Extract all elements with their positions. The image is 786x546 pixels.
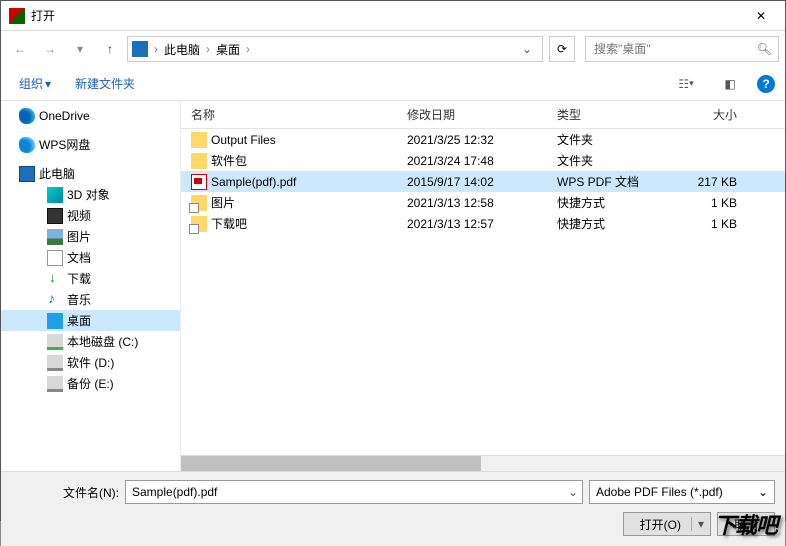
disk-icon (47, 376, 63, 392)
filename-label: 文件名(N): (11, 484, 119, 501)
wps-icon (19, 137, 35, 153)
shortcut-icon (191, 216, 207, 232)
horizontal-scrollbar[interactable] (181, 455, 785, 471)
3d-icon (47, 187, 63, 203)
pc-icon (19, 166, 35, 182)
pc-icon (132, 41, 148, 57)
open-button[interactable]: 打开(O)▾ (623, 512, 711, 536)
folder-icon (191, 132, 207, 148)
close-button[interactable]: ✕ (745, 5, 777, 27)
breadcrumb-current[interactable]: 桌面 (212, 39, 244, 60)
downloads-icon (47, 271, 63, 287)
desktop-icon (47, 313, 63, 329)
app-icon (9, 8, 25, 24)
sidebar-item-downloads[interactable]: 下载 (1, 268, 180, 289)
folder-icon (191, 153, 207, 169)
sidebar-item-disk-e[interactable]: 备份 (E:) (1, 373, 180, 394)
col-size-header[interactable]: 大小 (673, 106, 745, 123)
chevron-down-icon[interactable]: ⌄ (564, 485, 582, 499)
file-row[interactable]: Output Files 2021/3/25 12:32 文件夹 (181, 129, 785, 150)
file-row[interactable]: 图片 2021/3/13 12:58 快捷方式 1 KB (181, 192, 785, 213)
new-folder-button[interactable]: 新建文件夹 (67, 71, 143, 96)
file-row[interactable]: 下载吧 2021/3/13 12:57 快捷方式 1 KB (181, 213, 785, 234)
sidebar-item-music[interactable]: 音乐 (1, 289, 180, 310)
sidebar-item-documents[interactable]: 文档 (1, 247, 180, 268)
filename-input[interactable] (126, 485, 564, 499)
col-name-header[interactable]: 名称 (181, 106, 407, 123)
split-dropdown-icon[interactable]: ▾ (691, 517, 704, 531)
breadcrumb-root[interactable]: 此电脑 (160, 39, 204, 60)
disk-icon (47, 334, 63, 350)
view-mode-button[interactable]: ☷ ▾ (669, 72, 703, 96)
nav-up-button[interactable]: ↑ (97, 36, 123, 62)
bottom-bar: 文件名(N): ⌄ Adobe PDF Files (*.pdf) ⌄ 打开(O… (1, 471, 785, 546)
sidebar-item-disk-d[interactable]: 软件 (D:) (1, 352, 180, 373)
cancel-button[interactable]: 取消 (717, 512, 775, 536)
toolbar: 组织▾ 新建文件夹 ☷ ▾ ◧ ? (1, 67, 785, 101)
search-icon[interactable]: 🔍︎ (757, 42, 772, 56)
column-headers: 名称 修改日期 类型 大小 (181, 101, 785, 129)
search-input[interactable] (592, 41, 757, 57)
filename-combo[interactable]: ⌄ (125, 480, 583, 504)
chevron-right-icon: › (244, 42, 252, 56)
sidebar-item-wps[interactable]: WPS网盘 (1, 134, 180, 155)
col-type-header[interactable]: 类型 (557, 106, 673, 123)
address-bar[interactable]: › 此电脑 › 桌面 › ⌄ (127, 36, 543, 62)
video-icon (47, 208, 63, 224)
organize-button[interactable]: 组织▾ (11, 71, 59, 96)
window-title: 打开 (31, 7, 745, 24)
address-dropdown[interactable]: ⌄ (516, 42, 538, 56)
file-type-filter[interactable]: Adobe PDF Files (*.pdf) ⌄ (589, 480, 775, 504)
chevron-right-icon: › (152, 42, 160, 56)
sidebar-item-onedrive[interactable]: OneDrive (1, 105, 180, 126)
pdf-icon (191, 174, 207, 190)
music-icon (47, 292, 63, 308)
col-date-header[interactable]: 修改日期 (407, 106, 557, 123)
nav-tree[interactable]: OneDrive WPS网盘 此电脑 3D 对象 视频 图片 文档 下载 音乐 … (1, 101, 181, 471)
chevron-right-icon: › (204, 42, 212, 56)
open-dialog: 打开 ✕ ← → ▾ ↑ › 此电脑 › 桌面 › ⌄ ⟳ 🔍︎ 组织▾ 新建文… (0, 0, 786, 521)
sidebar-item-3d-objects[interactable]: 3D 对象 (1, 184, 180, 205)
shortcut-icon (191, 195, 207, 211)
chevron-down-icon: ▾ (45, 77, 51, 91)
search-box[interactable]: 🔍︎ (585, 36, 779, 62)
pictures-icon (47, 229, 63, 245)
preview-pane-button[interactable]: ◧ (713, 72, 747, 96)
sidebar-item-disk-c[interactable]: 本地磁盘 (C:) (1, 331, 180, 352)
file-row[interactable]: 软件包 2021/3/24 17:48 文件夹 (181, 150, 785, 171)
nav-back-button[interactable]: ← (7, 36, 33, 62)
sidebar-item-pictures[interactable]: 图片 (1, 226, 180, 247)
file-row[interactable]: Sample(pdf).pdf 2015/9/17 14:02 WPS PDF … (181, 171, 785, 192)
file-pane: 名称 修改日期 类型 大小 Output Files 2021/3/25 12:… (181, 101, 785, 471)
file-list[interactable]: Output Files 2021/3/25 12:32 文件夹 软件包 202… (181, 129, 785, 455)
sidebar-item-this-pc[interactable]: 此电脑 (1, 163, 180, 184)
nav-forward-button[interactable]: → (37, 36, 63, 62)
refresh-button[interactable]: ⟳ (549, 36, 575, 62)
sidebar-item-videos[interactable]: 视频 (1, 205, 180, 226)
disk-icon (47, 355, 63, 371)
help-button[interactable]: ? (757, 75, 775, 93)
sidebar-item-desktop[interactable]: 桌面 (1, 310, 180, 331)
title-bar: 打开 ✕ (1, 1, 785, 31)
nav-bar: ← → ▾ ↑ › 此电脑 › 桌面 › ⌄ ⟳ 🔍︎ (1, 31, 785, 67)
onedrive-icon (19, 108, 35, 124)
dialog-body: OneDrive WPS网盘 此电脑 3D 对象 视频 图片 文档 下载 音乐 … (1, 101, 785, 471)
documents-icon (47, 250, 63, 266)
nav-recent-button[interactable]: ▾ (67, 36, 93, 62)
scrollbar-thumb[interactable] (181, 456, 481, 471)
chevron-down-icon: ⌄ (758, 485, 768, 499)
